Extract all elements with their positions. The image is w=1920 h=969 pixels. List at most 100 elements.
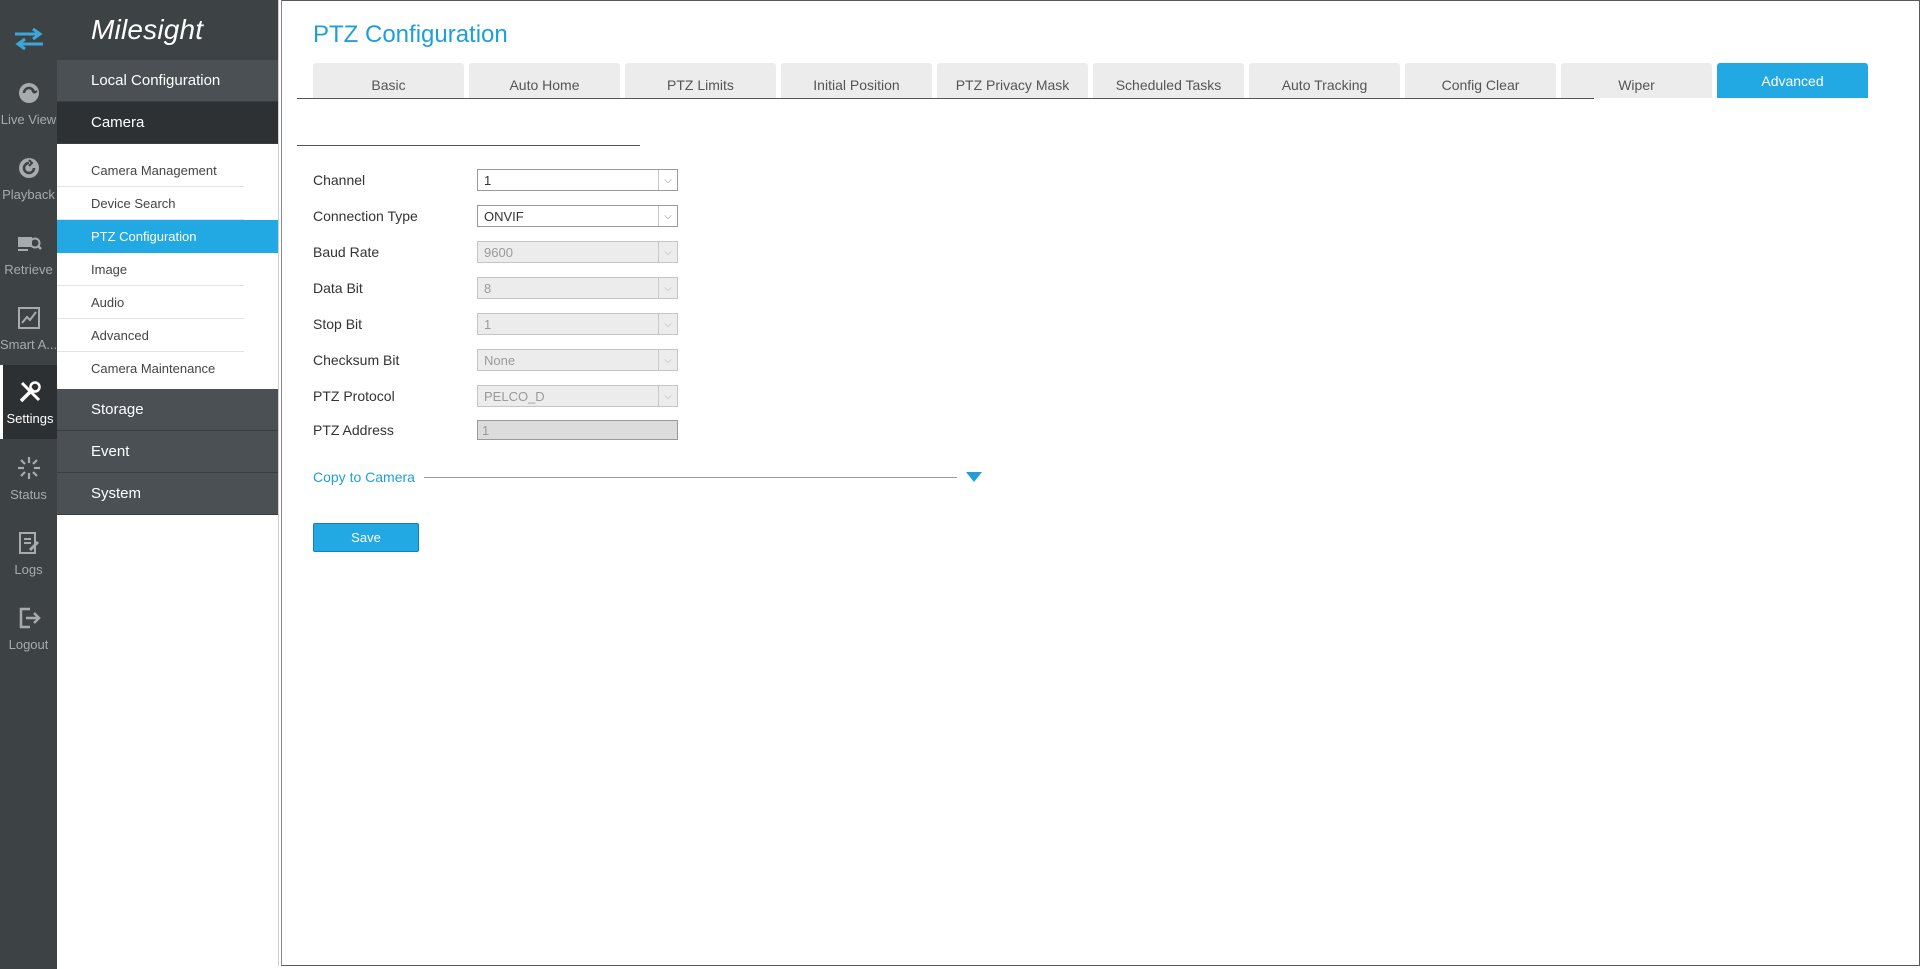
nav-live-view[interactable]: Live View	[0, 66, 57, 140]
expand-triangle-icon[interactable]	[965, 472, 982, 482]
submenu-camera-maintenance[interactable]: Camera Maintenance	[57, 352, 244, 385]
row-stop-bit: Stop Bit 1 ⌵	[313, 311, 713, 337]
nav-label: Logout	[8, 636, 49, 652]
ptz-address-value: 1	[482, 422, 490, 438]
icon-sidebar: Live View Playback Retrieve Smart A... S…	[0, 0, 57, 969]
chevron-down-icon: ⌵	[658, 314, 677, 334]
stop-bit-select: 1 ⌵	[477, 313, 678, 335]
nav-status[interactable]: Status	[0, 441, 57, 515]
smart-analysis-icon	[17, 306, 40, 329]
row-ptz-address: PTZ Address 1	[313, 417, 713, 443]
nav-playback[interactable]: Playback	[0, 141, 57, 215]
submenu-advanced[interactable]: Advanced	[57, 319, 244, 352]
row-connection-type: Connection Type ONVIF ⌵	[313, 203, 713, 229]
tabs-divider	[297, 98, 1594, 99]
camera-submenu: Camera Management Device Search PTZ Conf…	[57, 144, 278, 389]
data-bit-label: Data Bit	[313, 280, 363, 296]
section-divider	[297, 145, 640, 146]
tab-config-clear[interactable]: Config Clear	[1405, 63, 1556, 98]
row-ptz-protocol: PTZ Protocol PELCO_D ⌵	[313, 383, 713, 409]
channel-value: 1	[484, 172, 492, 188]
retrieve-icon	[17, 236, 42, 251]
chevron-down-icon: ⌵	[658, 170, 677, 190]
stop-bit-label: Stop Bit	[313, 316, 363, 332]
baud-rate-label: Baud Rate	[313, 244, 380, 260]
copy-to-camera-row: Copy to Camera	[313, 469, 982, 485]
row-channel: Channel 1 ⌵	[313, 167, 713, 193]
tab-auto-tracking[interactable]: Auto Tracking	[1249, 63, 1400, 98]
nav-label: Playback	[2, 186, 55, 202]
nav-label: Smart A...	[0, 336, 57, 352]
nav-label: Settings	[6, 410, 54, 426]
copy-to-camera-link[interactable]: Copy to Camera	[313, 469, 415, 485]
logout-icon	[19, 607, 41, 628]
submenu-ptz-configuration[interactable]: PTZ Configuration	[57, 220, 278, 253]
stop-bit-value: 1	[484, 316, 492, 332]
nav-logs[interactable]: Logs	[0, 516, 57, 590]
nav-logout[interactable]: Logout	[0, 591, 57, 665]
settings-icon	[19, 380, 41, 402]
ptz-protocol-label: PTZ Protocol	[313, 388, 395, 404]
submenu-image[interactable]: Image	[57, 253, 244, 286]
swap-arrows-icon	[14, 27, 43, 51]
tab-auto-home[interactable]: Auto Home	[469, 63, 620, 98]
ptz-protocol-select: PELCO_D ⌵	[477, 385, 678, 407]
settings-menu: Milesight Local Configuration Camera Cam…	[57, 0, 279, 966]
data-bit-select: 8 ⌵	[477, 277, 678, 299]
page-title: PTZ Configuration	[313, 21, 508, 48]
chevron-down-icon: ⌵	[658, 350, 677, 370]
baud-rate-value: 9600	[484, 244, 513, 260]
baud-rate-select: 9600 ⌵	[477, 241, 678, 263]
nav-label: Live View	[0, 111, 57, 127]
main-content: PTZ Configuration Basic Auto Home PTZ Li…	[281, 0, 1920, 966]
checksum-bit-value: None	[484, 352, 516, 368]
connection-type-label: Connection Type	[313, 208, 418, 224]
menu-toggle-icon[interactable]	[0, 14, 57, 64]
tab-wiper[interactable]: Wiper	[1561, 63, 1712, 98]
logo-text: Milesight	[91, 14, 204, 45]
ptz-address-input: 1	[477, 420, 678, 440]
checksum-bit-select: None ⌵	[477, 349, 678, 371]
save-button[interactable]: Save	[313, 523, 419, 552]
channel-select[interactable]: 1 ⌵	[477, 169, 678, 191]
milesight-logo: Milesight	[57, 0, 278, 60]
menu-event[interactable]: Event	[57, 431, 278, 473]
nav-label: Logs	[14, 561, 43, 577]
menu-storage[interactable]: Storage	[57, 389, 278, 431]
logs-icon	[18, 531, 39, 554]
checksum-bit-label: Checksum Bit	[313, 352, 400, 368]
status-icon	[17, 456, 40, 479]
chevron-down-icon: ⌵	[658, 278, 677, 298]
submenu-audio[interactable]: Audio	[57, 286, 244, 319]
chevron-down-icon: ⌵	[658, 386, 677, 406]
ptz-tabs: Basic Auto Home PTZ Limits Initial Posit…	[313, 63, 1873, 98]
channel-label: Channel	[313, 172, 366, 188]
nav-smart-analysis[interactable]: Smart A...	[0, 291, 57, 365]
menu-camera[interactable]: Camera	[57, 102, 278, 144]
chevron-down-icon: ⌵	[658, 242, 677, 262]
tab-ptz-limits[interactable]: PTZ Limits	[625, 63, 776, 98]
ptz-address-label: PTZ Address	[313, 422, 394, 438]
connection-type-select[interactable]: ONVIF ⌵	[477, 205, 678, 227]
chevron-down-icon: ⌵	[658, 206, 677, 226]
connection-type-value: ONVIF	[484, 208, 524, 224]
live-view-icon	[18, 82, 39, 103]
nav-retrieve[interactable]: Retrieve	[0, 216, 57, 290]
nav-label: Status	[10, 486, 47, 502]
tab-advanced[interactable]: Advanced	[1717, 63, 1868, 98]
tab-scheduled-tasks[interactable]: Scheduled Tasks	[1093, 63, 1244, 98]
submenu-camera-management[interactable]: Camera Management	[57, 154, 244, 187]
copy-divider	[423, 476, 957, 478]
tab-ptz-privacy-mask[interactable]: PTZ Privacy Mask	[937, 63, 1088, 98]
tab-initial-position[interactable]: Initial Position	[781, 63, 932, 98]
nav-settings[interactable]: Settings	[0, 365, 57, 439]
nav-label: Retrieve	[4, 261, 53, 277]
menu-local-configuration[interactable]: Local Configuration	[57, 60, 278, 102]
menu-system[interactable]: System	[57, 473, 278, 515]
playback-icon	[18, 157, 39, 178]
submenu-device-search[interactable]: Device Search	[57, 187, 244, 220]
row-baud-rate: Baud Rate 9600 ⌵	[313, 239, 713, 265]
row-data-bit: Data Bit 8 ⌵	[313, 275, 713, 301]
data-bit-value: 8	[484, 280, 492, 296]
tab-basic[interactable]: Basic	[313, 63, 464, 98]
